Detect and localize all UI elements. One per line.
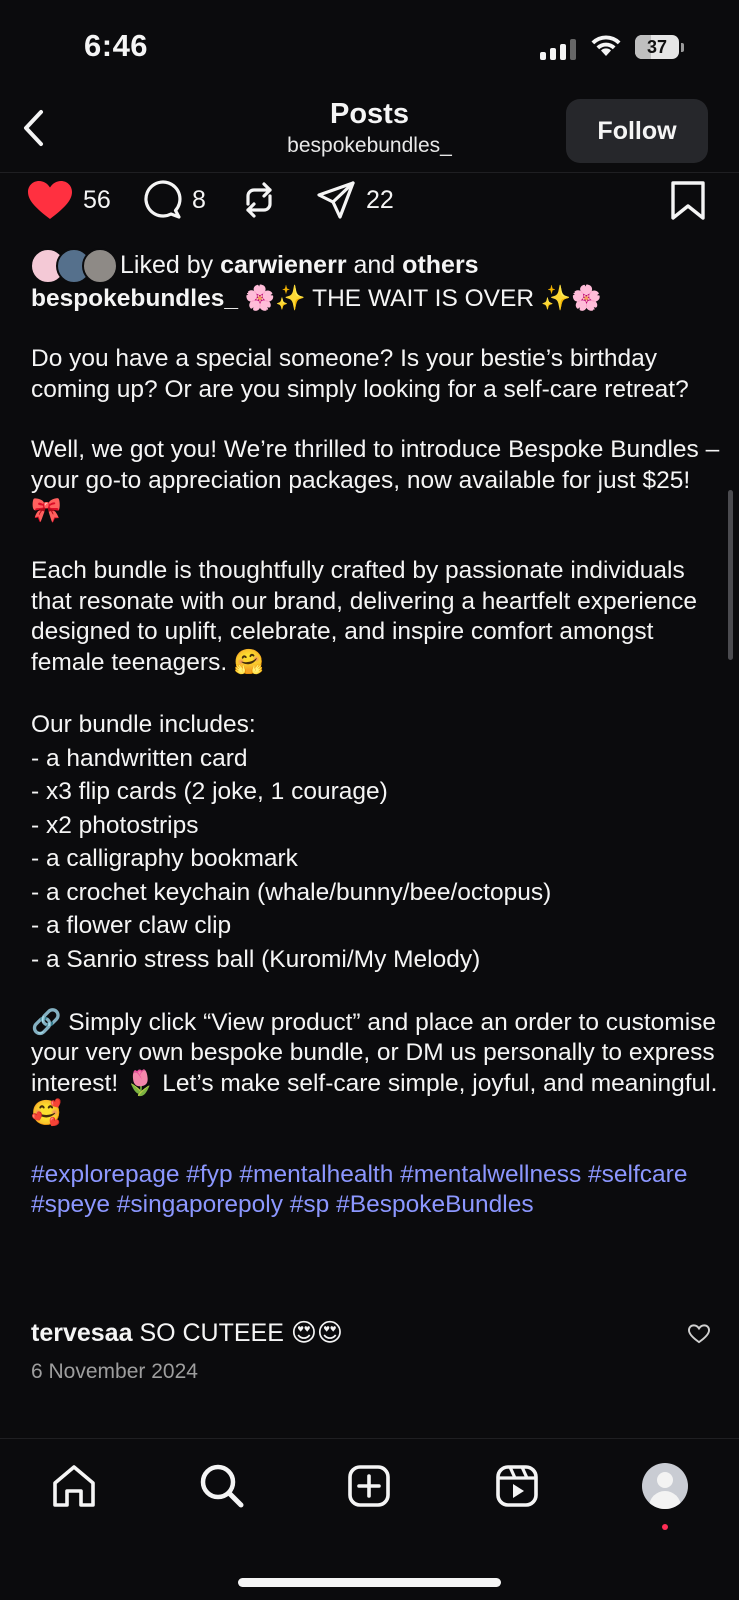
post-caption: bespokebundles_ 🌸✨ THE WAIT IS OVER ✨🌸 D… xyxy=(31,284,721,1221)
wifi-icon xyxy=(590,34,622,63)
list-item: - a calligraphy bookmark xyxy=(31,845,298,873)
nav-divider xyxy=(0,1438,739,1439)
reels-icon[interactable] xyxy=(495,1464,539,1508)
comment-text: SO CUTEEE 😍😍 xyxy=(139,1319,343,1347)
post-date: 6 November 2024 xyxy=(31,1360,198,1383)
liked-by-text[interactable]: Liked by carwienerr and others xyxy=(120,251,479,280)
like-action[interactable]: 56 xyxy=(27,180,111,220)
nav-search[interactable] xyxy=(194,1458,250,1514)
battery-indicator: 37 xyxy=(635,35,679,59)
comment-action[interactable]: 8 xyxy=(142,180,206,220)
repost-icon[interactable] xyxy=(240,180,278,220)
like-count[interactable]: 56 xyxy=(83,186,111,215)
share-count[interactable]: 22 xyxy=(366,186,394,215)
search-icon[interactable] xyxy=(199,1463,245,1509)
list-item: - a flower claw clip xyxy=(31,912,232,940)
nav-reels[interactable] xyxy=(489,1458,545,1514)
header-divider xyxy=(0,172,739,173)
list-item: - a handwritten card xyxy=(31,744,248,772)
includes-list: Our bundle includes: - a handwritten car… xyxy=(31,708,721,976)
caption-cta: 🔗 Simply click “View product” and place … xyxy=(31,1009,718,1128)
cellular-signal-icon xyxy=(540,38,576,60)
liked-by-prefix: Liked by xyxy=(120,250,214,279)
liked-by-row[interactable]: Liked by carwienerr and others xyxy=(30,248,479,284)
follow-button[interactable]: Follow xyxy=(566,99,708,163)
caption-paragraph: Each bundle is thoughtfully crafted by p… xyxy=(31,557,697,676)
heart-outline-icon[interactable] xyxy=(687,1324,711,1344)
list-item: - x3 flip cards (2 joke, 1 courage) xyxy=(31,778,388,806)
nav-home[interactable] xyxy=(46,1458,102,1514)
comment-like-button[interactable] xyxy=(687,1324,711,1349)
list-item: - a crochet keychain (whale/bunny/bee/oc… xyxy=(31,878,552,906)
comment-row[interactable]: tervesaa SO CUTEEE 😍😍 xyxy=(31,1318,343,1348)
battery-tip xyxy=(681,43,684,52)
repost-action[interactable] xyxy=(240,180,278,220)
battery-level: 37 xyxy=(646,36,668,57)
list-item: - a Sanrio stress ball (Kuromi/My Melody… xyxy=(31,945,481,973)
caption-headline: 🌸✨ THE WAIT IS OVER ✨🌸 xyxy=(244,285,602,312)
liker-avatars xyxy=(30,248,118,284)
profile-icon[interactable] xyxy=(642,1463,688,1509)
create-icon[interactable] xyxy=(347,1464,391,1508)
bookmark-icon[interactable] xyxy=(670,180,706,222)
liked-by-others[interactable]: others xyxy=(402,251,478,279)
liked-by-user[interactable]: carwienerr xyxy=(220,251,346,279)
status-time: 6:46 xyxy=(84,28,149,63)
notification-dot xyxy=(662,1524,668,1530)
home-indicator[interactable] xyxy=(238,1578,501,1587)
share-icon[interactable] xyxy=(316,180,356,220)
comment-count[interactable]: 8 xyxy=(192,186,206,215)
caption-username[interactable]: bespokebundles_ xyxy=(31,285,238,312)
comment-icon[interactable] xyxy=(142,180,182,220)
comment-username[interactable]: tervesaa xyxy=(31,1319,132,1347)
caption-headline-line: bespokebundles_ 🌸✨ THE WAIT IS OVER ✨🌸 xyxy=(31,284,721,314)
caption-paragraph: Do you have a special someone? Is your b… xyxy=(31,345,689,403)
liked-by-and: and xyxy=(353,250,396,279)
nav-create[interactable] xyxy=(341,1458,397,1514)
nav-profile[interactable] xyxy=(637,1458,693,1514)
list-item: - x2 photostrips xyxy=(31,811,199,839)
share-action[interactable]: 22 xyxy=(316,180,394,220)
scrollbar[interactable] xyxy=(728,490,733,660)
save-action[interactable] xyxy=(670,180,706,222)
caption-hashtags[interactable]: #explorepage #fyp #mentalhealth #mentalw… xyxy=(31,1160,721,1221)
caption-paragraph: Well, we got you! We’re thrilled to intr… xyxy=(31,436,720,525)
includes-title: Our bundle includes: xyxy=(31,711,256,739)
heart-icon[interactable] xyxy=(27,180,73,220)
home-icon[interactable] xyxy=(51,1464,97,1508)
avatar xyxy=(82,248,118,284)
